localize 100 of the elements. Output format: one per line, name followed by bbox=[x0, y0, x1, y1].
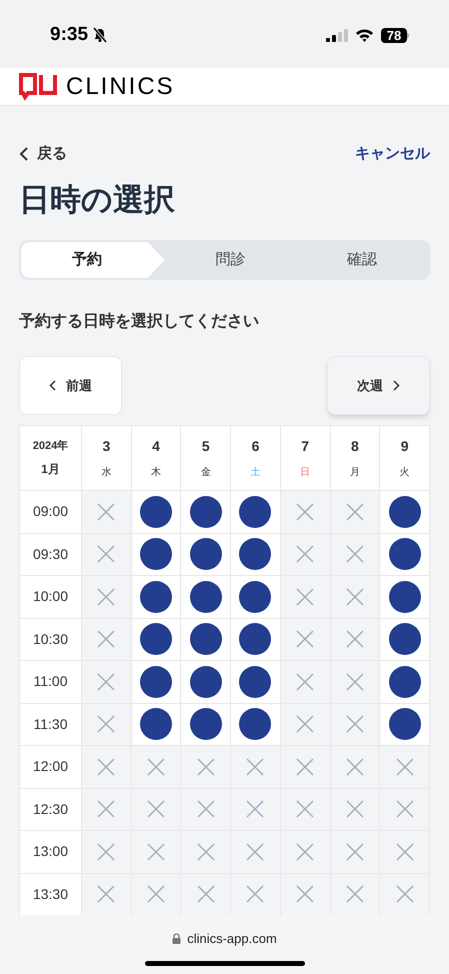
cross-icon bbox=[296, 588, 314, 606]
cross-icon bbox=[196, 842, 215, 861]
circle-icon bbox=[388, 666, 421, 698]
cross-icon bbox=[296, 672, 314, 691]
available-slot[interactable] bbox=[181, 704, 230, 745]
date-number: 6 bbox=[252, 437, 260, 456]
step-tab[interactable]: 確認 bbox=[296, 242, 428, 278]
available-slot[interactable] bbox=[231, 618, 280, 660]
circle-icon bbox=[140, 623, 172, 656]
signal-icon bbox=[326, 28, 348, 42]
circle-icon bbox=[190, 538, 222, 570]
circle-icon bbox=[239, 496, 272, 528]
time-cell: 10:30 bbox=[20, 618, 81, 660]
available-slot[interactable] bbox=[231, 491, 280, 532]
available-slot[interactable] bbox=[181, 576, 230, 618]
weekday-label: 木 bbox=[151, 466, 162, 480]
available-slot[interactable] bbox=[132, 704, 180, 745]
cross-icon bbox=[196, 800, 215, 818]
circle-icon bbox=[140, 580, 172, 613]
available-slot[interactable] bbox=[231, 704, 280, 745]
cross-icon bbox=[246, 758, 264, 776]
back-link[interactable]: 戻る bbox=[19, 142, 67, 166]
date-number: 4 bbox=[152, 437, 160, 456]
available-slot[interactable] bbox=[380, 534, 429, 575]
date-number: 9 bbox=[400, 437, 409, 456]
time-cell: 12:30 bbox=[20, 788, 81, 830]
available-slot[interactable] bbox=[181, 491, 230, 532]
circle-icon bbox=[140, 538, 172, 570]
circle-icon bbox=[239, 666, 272, 698]
cross-icon bbox=[296, 842, 314, 861]
available-slot[interactable] bbox=[231, 576, 280, 618]
available-slot[interactable] bbox=[380, 618, 429, 660]
time-cell: 09:00 bbox=[20, 491, 81, 532]
circle-icon bbox=[190, 496, 222, 528]
circle-icon bbox=[388, 538, 421, 570]
circle-icon bbox=[239, 708, 272, 740]
cross-icon bbox=[147, 885, 166, 904]
available-slot[interactable] bbox=[380, 661, 429, 702]
cross-icon bbox=[396, 885, 414, 904]
circle-icon bbox=[140, 666, 172, 698]
cross-icon bbox=[296, 758, 314, 776]
available-slot[interactable] bbox=[132, 618, 180, 660]
cross-icon bbox=[346, 842, 364, 861]
cross-icon bbox=[246, 885, 264, 904]
cross-icon bbox=[97, 715, 116, 734]
available-slot[interactable] bbox=[380, 576, 429, 618]
chevron-right-icon bbox=[393, 380, 400, 391]
available-slot[interactable] bbox=[380, 491, 429, 532]
date-number: 7 bbox=[301, 437, 310, 456]
available-slot[interactable] bbox=[132, 576, 180, 618]
logo-text: CLINICS bbox=[66, 74, 175, 100]
date-number: 8 bbox=[351, 437, 359, 456]
chevron-left-icon bbox=[49, 380, 56, 391]
time-cell: 11:30 bbox=[20, 704, 81, 745]
cross-icon bbox=[346, 715, 364, 734]
available-slot[interactable] bbox=[181, 661, 230, 702]
instruction-text: 予約する日時を選択してください bbox=[19, 312, 260, 332]
cross-icon bbox=[97, 502, 116, 521]
cross-icon bbox=[147, 758, 166, 776]
step-tab[interactable]: 予約 bbox=[21, 242, 165, 278]
cancel-link[interactable]: キャンセル bbox=[355, 142, 430, 166]
cross-icon bbox=[97, 672, 116, 691]
cross-icon bbox=[396, 800, 414, 818]
circle-icon bbox=[239, 623, 272, 656]
available-slot[interactable] bbox=[132, 491, 180, 532]
step-tab[interactable]: 問診 bbox=[164, 242, 296, 278]
circle-icon bbox=[190, 580, 222, 613]
cross-icon bbox=[97, 630, 116, 648]
cross-icon bbox=[346, 758, 364, 776]
date-number: 3 bbox=[102, 437, 110, 456]
available-slot[interactable] bbox=[231, 661, 280, 702]
cross-icon bbox=[97, 800, 116, 818]
lock-icon bbox=[172, 933, 182, 944]
available-slot[interactable] bbox=[181, 618, 230, 660]
available-slot[interactable] bbox=[231, 534, 280, 575]
cross-icon bbox=[346, 672, 364, 691]
available-slot[interactable] bbox=[132, 661, 180, 702]
cross-icon bbox=[396, 842, 414, 861]
cross-icon bbox=[147, 800, 166, 818]
circle-icon bbox=[140, 496, 172, 528]
available-slot[interactable] bbox=[380, 704, 429, 745]
date-number: 5 bbox=[202, 437, 210, 456]
available-slot[interactable] bbox=[132, 534, 180, 575]
cross-icon bbox=[147, 842, 166, 861]
cross-icon bbox=[296, 800, 314, 818]
logo-icon bbox=[19, 72, 57, 100]
weekday-label: 土 bbox=[250, 466, 260, 480]
weekday-label: 火 bbox=[400, 466, 410, 480]
circle-icon bbox=[190, 666, 222, 698]
cross-icon bbox=[296, 885, 314, 904]
previous-week-button[interactable]: 前週 bbox=[19, 356, 122, 415]
year-label: 2024年 bbox=[32, 438, 68, 454]
next-week-button[interactable]: 次週 bbox=[327, 356, 430, 415]
cross-icon bbox=[246, 800, 264, 818]
bell-muted-icon bbox=[92, 27, 108, 43]
circle-icon bbox=[190, 708, 222, 740]
cross-icon bbox=[346, 588, 364, 606]
url-text[interactable]: clinics-app.com bbox=[187, 929, 277, 948]
available-slot[interactable] bbox=[181, 534, 230, 575]
cross-icon bbox=[196, 758, 215, 776]
